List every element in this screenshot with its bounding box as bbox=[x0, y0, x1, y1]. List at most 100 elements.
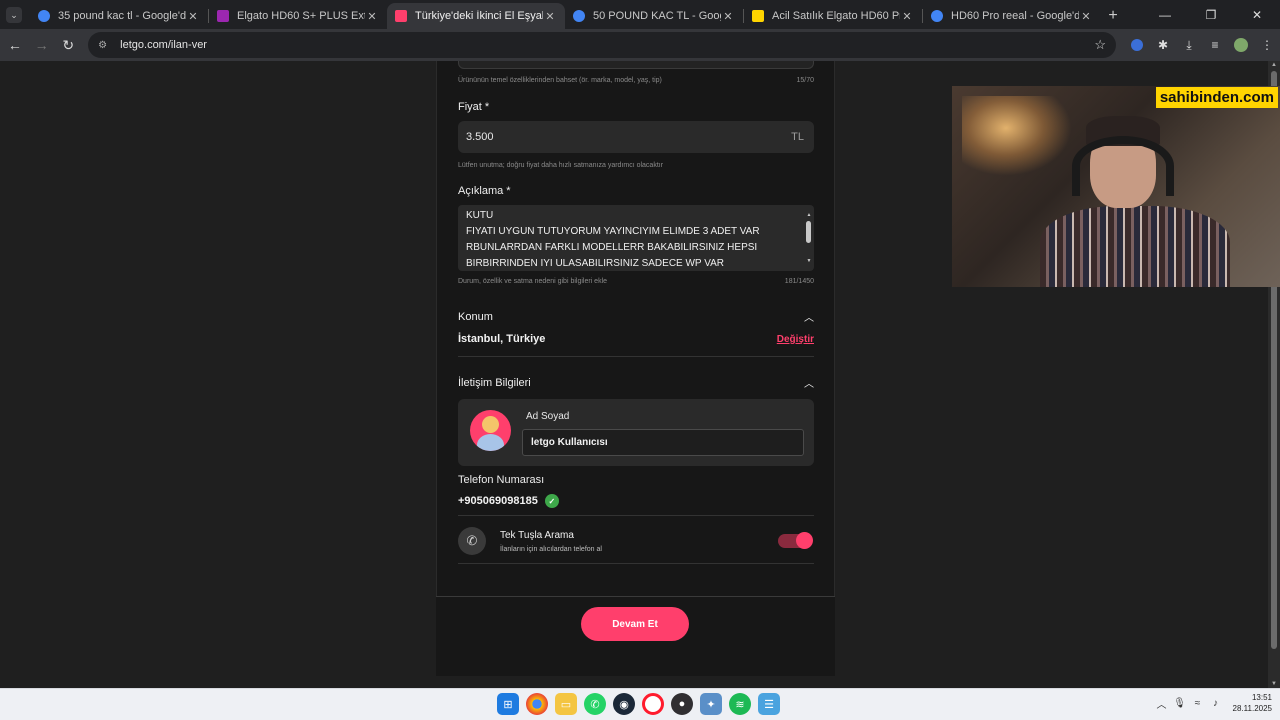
clock-time: 13:51 bbox=[1251, 693, 1272, 702]
chrome-icon[interactable] bbox=[526, 693, 548, 715]
minimize-icon[interactable]: — bbox=[1142, 0, 1188, 29]
extension-badge-icon[interactable] bbox=[1124, 33, 1150, 57]
download-icon[interactable]: ⤓ bbox=[1176, 33, 1202, 57]
opera-icon[interactable] bbox=[642, 693, 664, 715]
whatsapp-icon[interactable]: ✆ bbox=[584, 693, 606, 715]
windows-start-icon[interactable]: ⊞ bbox=[497, 693, 519, 715]
scroll-down-arrow-icon[interactable]: ▼ bbox=[805, 253, 813, 269]
toolbar-icons: ✱ ⤓ ≡ ⋮ bbox=[1124, 33, 1280, 57]
scroll-down-arrow-icon[interactable]: ▼ bbox=[1270, 681, 1278, 687]
chevron-up-icon[interactable]: ︿ bbox=[804, 309, 814, 324]
scroll-up-arrow-icon[interactable]: ▲ bbox=[1270, 62, 1278, 68]
change-location-link[interactable]: Değiştir bbox=[777, 334, 814, 345]
location-section-header[interactable]: Konum ︿ bbox=[458, 309, 814, 325]
clock[interactable]: 13:51 28.11.2025 bbox=[1233, 692, 1272, 714]
phone-label: Telefon Numarası bbox=[458, 474, 545, 486]
contact-section-header[interactable]: İletişim Bilgileri ︿ bbox=[458, 375, 814, 391]
location-value: İstanbul, Türkiye bbox=[458, 333, 546, 345]
bookmark-star-icon[interactable]: ☆ bbox=[1094, 37, 1106, 53]
system-tray: ︿ 🎙 ≈ ♪ 13:51 28.11.2025 bbox=[1153, 692, 1272, 714]
name-input[interactable]: letgo Kullanıcısı bbox=[522, 429, 804, 456]
google-favicon-icon bbox=[38, 10, 50, 22]
close-tab-icon[interactable]: ✕ bbox=[543, 10, 557, 23]
spotify-icon[interactable]: ≋ bbox=[729, 693, 751, 715]
contact-info-box: Ad Soyad letgo Kullanıcısı bbox=[458, 399, 814, 466]
description-textarea[interactable]: KUTU FIYATI UYGUN TUTUYORUM YAYINCIYIM E… bbox=[458, 205, 814, 271]
browser-tab-active[interactable]: Türkiye'deki İkinci El Eşyaları Al ✕ bbox=[387, 3, 565, 29]
name-label: Ad Soyad bbox=[526, 411, 570, 422]
continue-button[interactable]: Devam Et bbox=[581, 607, 689, 641]
close-tab-icon[interactable]: ✕ bbox=[365, 10, 379, 23]
browser-tab[interactable]: Acil Satılık Elgato HD60 Pro sa ✕ bbox=[744, 3, 922, 29]
microphone-icon[interactable]: 🎙 bbox=[1171, 698, 1189, 709]
one-click-call-row: ✆ Tek Tuşla Arama İlanların için alıcıla… bbox=[458, 526, 814, 556]
one-click-call-toggle[interactable] bbox=[778, 532, 813, 549]
price-hint: Lütfen unutma; doğru fiyat daha hızlı sa… bbox=[458, 162, 664, 169]
price-input[interactable]: 3.500 TL bbox=[458, 121, 814, 153]
title-hint: Ürününün temel özelliklerinden bahset (ö… bbox=[458, 77, 662, 84]
price-hint-row: Lütfen unutma; doğru fiyat daha hızlı sa… bbox=[458, 162, 814, 169]
phone-value: +905069098185 bbox=[458, 495, 538, 507]
site-favicon-icon bbox=[217, 10, 229, 22]
address-bar[interactable]: ⚙ letgo.com/ilan-ver ☆ bbox=[88, 32, 1117, 58]
description-line: KUTU bbox=[466, 210, 494, 221]
forward-arrow-icon[interactable]: → bbox=[30, 33, 54, 57]
close-tab-icon[interactable]: ✕ bbox=[1079, 10, 1093, 23]
headset-icon bbox=[1072, 136, 1174, 196]
streamer-shirt bbox=[1040, 206, 1230, 287]
tab-search-button[interactable]: ⌄ bbox=[6, 7, 22, 23]
network-app-icon[interactable]: ✦ bbox=[700, 693, 722, 715]
section-divider bbox=[458, 356, 814, 357]
verified-check-icon: ✓ bbox=[544, 494, 559, 508]
reading-list-icon[interactable]: ≡ bbox=[1202, 33, 1228, 57]
close-window-icon[interactable]: ✕ bbox=[1234, 0, 1280, 29]
steam-icon[interactable]: ◉ bbox=[613, 693, 635, 715]
close-tab-icon[interactable]: ✕ bbox=[900, 10, 914, 23]
new-tab-button[interactable]: + bbox=[1101, 3, 1125, 29]
title-input[interactable] bbox=[458, 61, 814, 69]
sahibinden-favicon-icon bbox=[752, 10, 764, 22]
url-text[interactable]: letgo.com/ilan-ver bbox=[120, 39, 1094, 51]
restore-icon[interactable]: ❐ bbox=[1188, 0, 1234, 29]
wifi-icon[interactable]: ≈ bbox=[1189, 698, 1207, 709]
extensions-puzzle-icon[interactable]: ✱ bbox=[1150, 33, 1176, 57]
webcam-overlay: sahibinden.com bbox=[952, 86, 1280, 287]
call-text: Tek Tuşla Arama İlanların için alıcılard… bbox=[500, 530, 602, 553]
description-label: Açıklama * bbox=[458, 185, 511, 197]
chevron-up-icon[interactable]: ︿ bbox=[1153, 696, 1171, 711]
menu-kebab-icon[interactable]: ⋮ bbox=[1254, 33, 1280, 57]
tab-title: Türkiye'deki İkinci El Eşyaları Al bbox=[415, 10, 543, 22]
file-explorer-icon[interactable]: ▭ bbox=[555, 693, 577, 715]
price-label: Fiyat * bbox=[458, 101, 490, 113]
textarea-scroll-thumb[interactable] bbox=[806, 221, 811, 243]
profile-avatar-icon[interactable] bbox=[1228, 33, 1254, 57]
browser-tab[interactable]: 50 POUND KAC TL - Google'da ✕ bbox=[565, 3, 743, 29]
chevron-up-icon[interactable]: ︿ bbox=[804, 375, 814, 390]
letgo-favicon-icon bbox=[395, 10, 407, 22]
browser-toolbar: ← → ↻ ⚙ letgo.com/ilan-ver ☆ ✱ ⤓ ≡ ⋮ bbox=[0, 29, 1280, 61]
back-arrow-icon[interactable]: ← bbox=[3, 33, 27, 57]
browser-tab[interactable]: Elgato HD60 S+ PLUS External ✕ bbox=[209, 3, 387, 29]
tab-title: HD60 Pro reeal - Google'da Ara bbox=[951, 10, 1079, 22]
avatar-head-shape bbox=[482, 416, 499, 433]
listing-form-card: Ürününün temel özelliklerinden bahset (ö… bbox=[436, 61, 835, 651]
clock-date: 28.11.2025 bbox=[1232, 704, 1272, 713]
contact-label: İletişim Bilgileri bbox=[458, 376, 531, 389]
speaker-icon[interactable]: ♪ bbox=[1207, 698, 1225, 709]
notepad-icon[interactable]: ☰ bbox=[758, 693, 780, 715]
close-tab-icon[interactable]: ✕ bbox=[186, 10, 200, 23]
site-info-icon[interactable]: ⚙ bbox=[98, 40, 114, 51]
close-tab-icon[interactable]: ✕ bbox=[721, 10, 735, 23]
textarea-scrollbar[interactable]: ▲ ▼ bbox=[805, 207, 813, 269]
browser-tab[interactable]: HD60 Pro reeal - Google'da Ara ✕ bbox=[923, 3, 1101, 29]
tab-title: 50 POUND KAC TL - Google'da bbox=[593, 10, 721, 22]
description-line: BIRBIRRINDEN IYI ULASABILIRSINIZ SADECE … bbox=[466, 258, 725, 269]
price-unit: TL bbox=[791, 131, 804, 143]
string-lights-glow bbox=[962, 96, 1072, 176]
call-subtitle: İlanların için alıcılardan telefon al bbox=[500, 545, 602, 553]
google-favicon-icon bbox=[931, 10, 943, 22]
reload-icon[interactable]: ↻ bbox=[56, 33, 80, 57]
obs-icon[interactable]: ● bbox=[671, 693, 693, 715]
avatar-body-shape bbox=[477, 434, 504, 451]
browser-tab[interactable]: 35 pound kac tl - Google'da Ara ✕ bbox=[30, 3, 208, 29]
